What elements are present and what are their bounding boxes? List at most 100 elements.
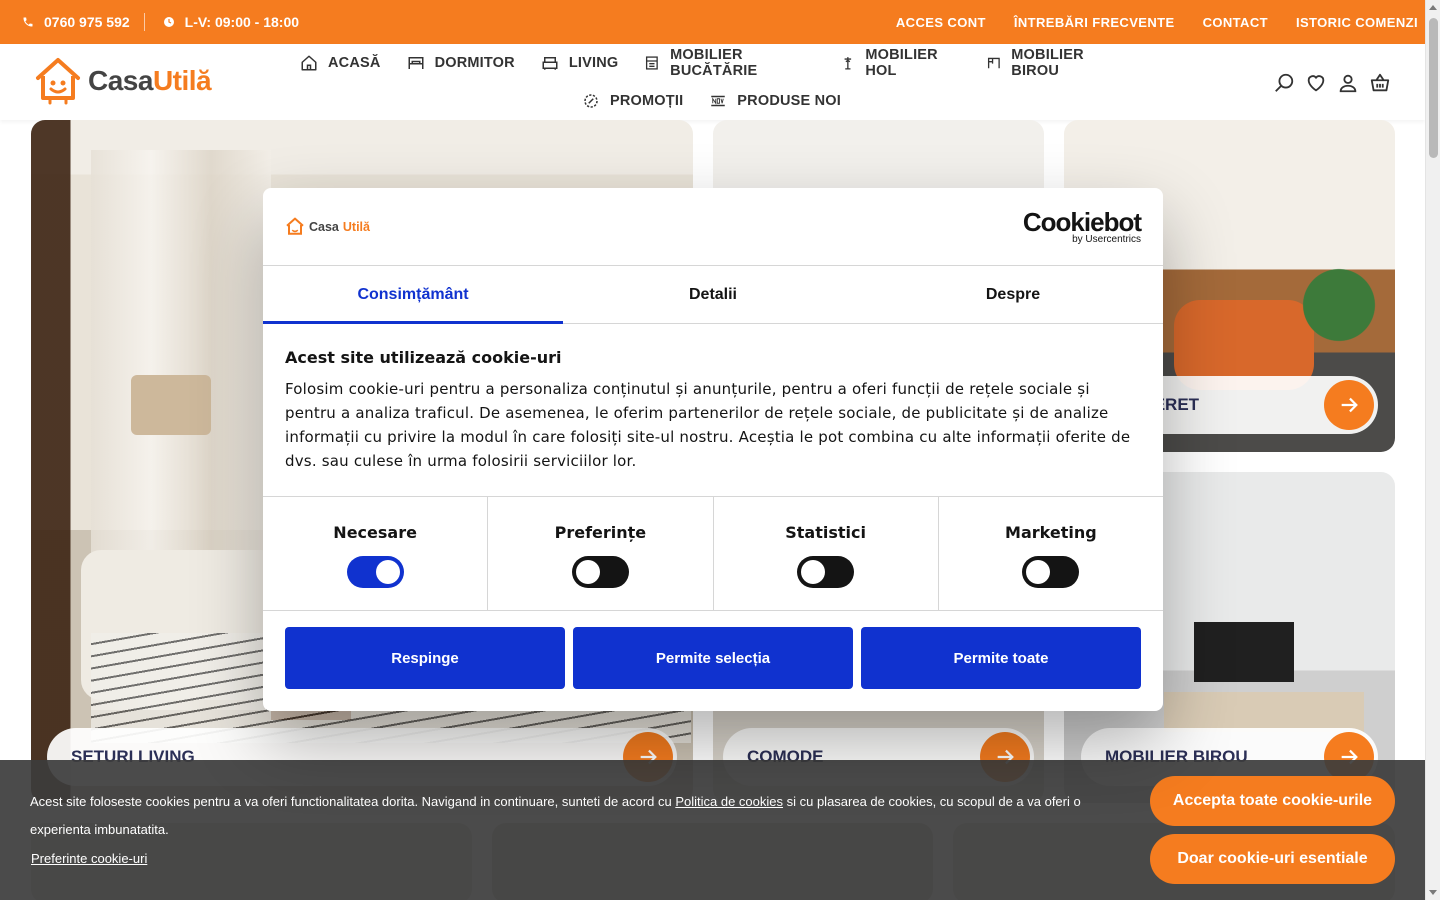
scrollbar-thumb[interactable] (1429, 18, 1438, 158)
category-preferinte-label: Preferințe (554, 523, 647, 542)
allow-all-button[interactable]: Permite toate (861, 627, 1141, 689)
nav-dormitor-label: DORMITOR (434, 55, 515, 71)
nav-produse-noi[interactable]: PRODUSE NOI (709, 92, 841, 110)
dialog-body: Acest site utilizează cookie-uri Folosim… (263, 324, 1163, 497)
logo-text-utila: Utilă (152, 65, 212, 96)
topbar-divider (143, 13, 145, 31)
accept-all-cookies-button[interactable]: Accepta toate cookie-urile (1150, 776, 1395, 826)
dialog-site-logo: Casa Utilă (285, 217, 370, 237)
toggle-necesare[interactable] (346, 556, 404, 588)
logo-text: CasaUtilă (88, 65, 212, 97)
dialog-title: Acest site utilizează cookie-uri (285, 348, 562, 367)
nav-produse-noi-label: PRODUSE NOI (737, 93, 842, 109)
nav-acasa-label: ACASĂ (328, 55, 381, 71)
cookie-notice-text-before: Acest site foloseste cookies pentru a va… (30, 794, 676, 809)
search-icon[interactable] (1273, 72, 1295, 94)
category-necesare-label: Necesare (333, 523, 417, 542)
category-marketing: Marketing (939, 497, 1163, 610)
coat-rack-icon (844, 57, 851, 70)
clock-icon (163, 17, 174, 27)
tab-despre[interactable]: Despre (863, 266, 1163, 323)
cookie-notice-bar: Acest site foloseste cookies pentru a va… (0, 760, 1425, 900)
toggle-preferinte[interactable] (571, 556, 629, 588)
category-statistici-label: Statistici (785, 523, 866, 542)
nav-mobilier-bucatarie[interactable]: MOBILIER BUCĂTĂRIE (644, 47, 813, 79)
nav-promotii[interactable]: PROMOȚII (582, 92, 683, 110)
nav-living-label: LIVING (568, 55, 619, 71)
nav-acasa[interactable]: ACASĂ (300, 54, 381, 72)
dialog-logo-utila: Utilă (342, 219, 370, 234)
cookie-preferences-link[interactable]: Preferinte cookie-uri (31, 851, 147, 866)
toggle-knob (375, 560, 400, 584)
hours-text: L-V: 09:00 - 18:00 (184, 14, 300, 30)
bed-icon (408, 57, 424, 69)
dialog-actions: Respinge Permite selecția Permite toate (263, 611, 1163, 705)
category-marketing-label: Marketing (1005, 523, 1097, 542)
new-badge-icon (711, 95, 726, 107)
logo-text-casa: Casa (88, 65, 153, 96)
main-header: CasaUtilă ACASĂ DORMITOR LIVING MOBILIER… (0, 44, 1425, 120)
scroll-up-arrow-icon[interactable] (1429, 5, 1437, 10)
basket-icon[interactable] (1369, 72, 1391, 94)
main-navigation: ACASĂ DORMITOR LIVING MOBILIER BUCĂTĂRIE… (300, 44, 1120, 120)
category-statistici: Statistici (714, 497, 939, 610)
scroll-down-arrow-icon[interactable] (1429, 890, 1437, 895)
link-intrebari-frecvente[interactable]: ÎNTREBĂRI FRECVENTE (1014, 15, 1175, 30)
reject-button[interactable]: Respinge (285, 627, 565, 689)
cookie-consent-dialog: Casa Utilă Cookiebot by Usercentrics Cons… (263, 188, 1163, 711)
site-logo[interactable]: CasaUtilă (34, 56, 212, 106)
nav-mobilier-birou-label: MOBILIER BIROU (1011, 47, 1084, 79)
cookiebot-branding[interactable]: Cookiebot by Usercentrics (1022, 206, 1142, 245)
cookie-policy-link[interactable]: Politica de cookies (675, 794, 783, 809)
cookie-notice-text: Acest site foloseste cookies pentru a va… (30, 788, 1120, 844)
category-preferinte: Preferințe (488, 497, 714, 610)
tab-detalii[interactable]: Detalii (563, 266, 863, 323)
top-info-bar: 0760 975 592 L-V: 09:00 - 18:00 ACCES CO… (0, 0, 1440, 44)
heart-icon[interactable] (1305, 72, 1327, 94)
toggle-knob (1026, 560, 1051, 584)
page-scrollbar[interactable] (1425, 0, 1440, 900)
house-smile-logo-icon (286, 217, 304, 235)
toggle-marketing[interactable] (1022, 556, 1080, 588)
dialog-tabs: Consimțământ Detalii Despre (263, 266, 1163, 324)
nav-mobilier-hol-label: MOBILIER HOL (865, 47, 938, 79)
tab-consimtamant[interactable]: Consimțământ (263, 266, 563, 324)
link-acces-cont[interactable]: ACCES CONT (896, 15, 986, 30)
nav-mobilier-hol[interactable]: MOBILIER HOL (840, 47, 960, 79)
dialog-logo-casa: Casa (309, 219, 339, 234)
nav-dormitor[interactable]: DORMITOR (407, 54, 515, 72)
nav-mobilier-birou[interactable]: MOBILIER BIROU (986, 47, 1120, 79)
toggle-knob (575, 560, 600, 584)
home-icon (301, 55, 317, 71)
nav-promotii-label: PROMOȚII (610, 93, 684, 109)
consent-categories: Necesare Preferințe Statistici Marketing (263, 497, 1163, 611)
category-necesare: Necesare (263, 497, 489, 610)
tineret-photo-plant (1294, 240, 1384, 370)
house-smile-logo-icon (36, 58, 80, 105)
phone-number[interactable]: 0760 975 592 (44, 14, 130, 30)
user-icon[interactable] (1337, 72, 1359, 94)
kitchen-cabinet-icon (646, 56, 659, 70)
cookiebot-logo-text: Cookiebot (1022, 206, 1142, 237)
desk-icon (987, 57, 1000, 69)
discount-badge-icon (584, 94, 598, 108)
nav-living[interactable]: LIVING (541, 54, 619, 72)
phone-contact[interactable]: 0760 975 592 (22, 14, 130, 30)
birou-photo-desk (1164, 692, 1364, 732)
allow-selection-button[interactable]: Permite selecția (573, 627, 853, 689)
header-actions (1273, 72, 1391, 94)
working-hours: L-V: 09:00 - 18:00 (163, 14, 299, 30)
phone-icon (23, 17, 33, 27)
sofa-icon (542, 57, 558, 70)
living-photo-lamp (131, 375, 211, 435)
toggle-knob (801, 560, 826, 584)
essential-cookies-only-button[interactable]: Doar cookie-uri esentiale (1150, 834, 1395, 884)
dialog-description: Folosim cookie-uri pentru a personaliza … (285, 380, 1131, 470)
toggle-statistici[interactable] (797, 556, 855, 588)
nav-mobilier-bucatarie-label: MOBILIER BUCĂTĂRIE (670, 47, 758, 79)
birou-photo-tv (1194, 622, 1294, 682)
arrow-right-icon[interactable] (1324, 380, 1374, 430)
dialog-header: Casa Utilă Cookiebot by Usercentrics (263, 188, 1163, 266)
link-contact[interactable]: CONTACT (1203, 15, 1268, 30)
link-istoric-comenzi[interactable]: ISTORIC COMENZI (1296, 15, 1418, 30)
